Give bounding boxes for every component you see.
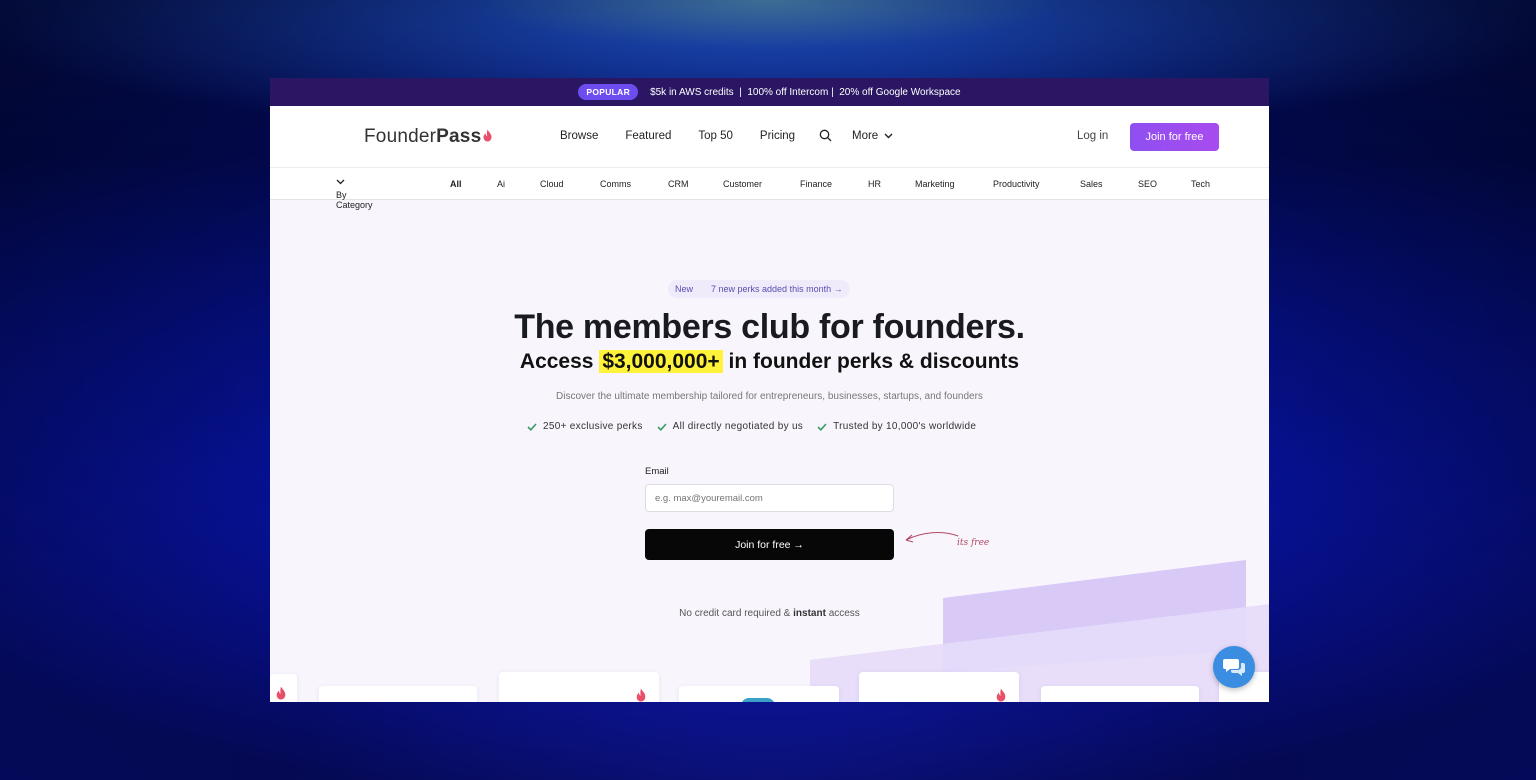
category-marketing[interactable]: Marketing [915,179,955,189]
perk-cards-row [270,670,1269,702]
category-ai[interactable]: Ai [497,179,505,189]
flame-icon [483,126,492,148]
check-text: Trusted by 10,000's worldwide [833,421,977,432]
email-field[interactable] [645,484,894,512]
login-link[interactable]: Log in [1077,130,1108,142]
category-bar: By Category All Ai Cloud Comms CRM Custo… [270,168,1269,210]
nav-link-top50[interactable]: Top 50 [698,130,733,142]
flame-icon [636,688,646,702]
check-text: 250+ exclusive perks [543,421,643,432]
popular-badge: POPULAR [578,84,639,100]
hero-title: The members club for founders. [514,308,1025,346]
more-label: More [852,130,879,142]
flame-icon [276,686,286,700]
category-hr[interactable]: HR [868,179,881,189]
subtitle-highlight: $3,000,000+ [599,350,723,373]
founderpass-logo[interactable]: Founder Pass [364,126,492,148]
category-finance[interactable]: Finance [800,179,832,189]
check-text: All directly negotiated by us [672,421,804,432]
category-sales[interactable]: Sales [1080,179,1103,189]
subtitle-pre: Access [519,350,594,373]
perk-card[interactable] [270,674,297,702]
check-icon [657,422,667,431]
browser-page: POPULAR $5k in AWS credits | 100% off In… [270,78,1269,702]
by-category-dropdown[interactable]: By Category [336,179,373,210]
hero-description: Discover the ultimate membership tailore… [556,391,983,402]
chat-bubble-icon [1223,659,1245,676]
nav-link-browse[interactable]: Browse [560,130,598,142]
chevron-down-icon [336,179,345,185]
hero-section: New 7 new perks added this month → The m… [270,200,1269,702]
search-icon[interactable] [819,129,832,147]
subtitle-post: in founder perks & discounts [728,350,1020,373]
category-all[interactable]: All [450,179,462,189]
nav-link-featured[interactable]: Featured [625,130,671,142]
perk-card[interactable] [499,672,659,702]
nocc-post: access [828,608,860,619]
check-icon [527,422,537,431]
hero-subtitle: Access $3,000,000+ in founder perks & di… [270,350,1269,374]
its-free-text: its free [957,538,989,548]
top-nav: Founder Pass Browse Featured Top 50 Prici… [270,106,1269,168]
its-free-annotation: its free [905,531,989,548]
feature-checks: 250+ exclusive perks All directly negoti… [527,421,976,432]
no-credit-card-note: No credit card required & instant access [270,608,1269,619]
category-crm[interactable]: CRM [668,179,689,189]
category-cloud[interactable]: Cloud [540,179,564,189]
promo-text: $5k in AWS credits | 100% off Intercom |… [650,86,961,98]
category-seo[interactable]: SEO [1138,179,1157,189]
pill-new-label: New [675,284,694,294]
check-item: All directly negotiated by us [657,421,803,432]
logo-text-regular: Founder [364,126,437,147]
promo-banner[interactable]: POPULAR $5k in AWS credits | 100% off In… [270,78,1269,106]
category-customer[interactable]: Customer [723,179,762,189]
flame-icon [996,688,1006,702]
perk-card[interactable] [859,672,1019,702]
join-for-free-submit-button[interactable]: Join for free → [645,529,894,560]
perk-card[interactable] [1041,686,1199,702]
chat-widget-button[interactable] [1213,646,1255,688]
pill-text: 7 new perks added this month → [711,284,843,294]
card-logo [741,698,775,702]
join-for-free-button[interactable]: Join for free [1130,123,1219,151]
nocc-pre: No credit card required & [679,608,791,619]
nocc-bold: instant [793,608,826,619]
logo-text-bold: Pass [436,126,482,147]
category-tech[interactable]: Tech [1191,179,1210,189]
perk-card[interactable] [679,686,839,702]
check-icon [817,422,827,431]
email-label: Email [645,466,669,477]
category-comms[interactable]: Comms [600,179,631,189]
perk-card[interactable] [319,686,477,702]
announcement-pill[interactable]: New 7 new perks added this month → [668,280,850,298]
chevron-down-icon [884,133,893,139]
check-item: 250+ exclusive perks [527,421,643,432]
nav-more-menu[interactable]: More [852,130,893,142]
check-item: Trusted by 10,000's worldwide [817,421,976,432]
nav-link-pricing[interactable]: Pricing [760,130,795,142]
category-productivity[interactable]: Productivity [993,179,1040,189]
